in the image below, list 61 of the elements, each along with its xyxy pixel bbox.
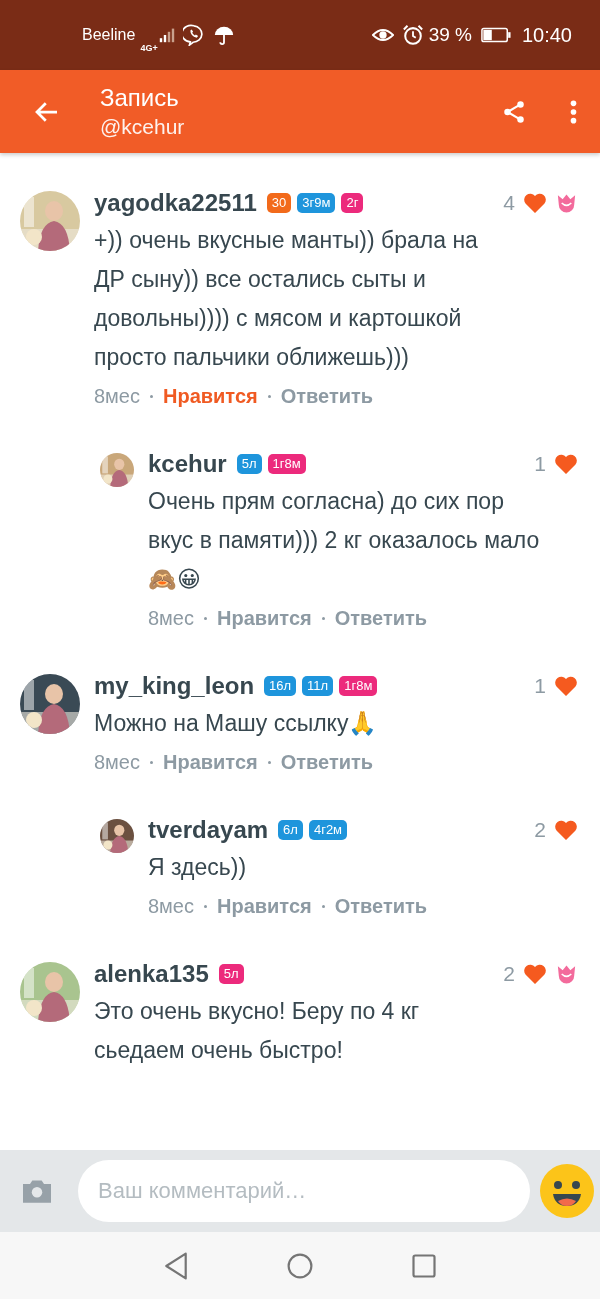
comment-age: 8мес	[94, 751, 140, 774]
like-link[interactable]: Нравится	[217, 895, 312, 918]
reply-link[interactable]: Ответить	[280, 751, 374, 774]
smiley-icon[interactable]	[540, 1164, 594, 1218]
like-count: 2	[503, 962, 515, 986]
comment-age: 8мес	[148, 895, 194, 918]
username[interactable]: kcehur	[148, 450, 227, 478]
like-count: 4	[503, 191, 515, 215]
back-icon[interactable]	[162, 1250, 190, 1281]
user-badge: 5л	[218, 964, 244, 984]
user-badge: 30	[266, 193, 292, 213]
comment-text: Очень прям согласна) до сих пор вкус в памяти))) 2 кг оказалось мало 🙈😀	[148, 487, 541, 594]
network-type: 4G+	[140, 43, 158, 53]
user-badge: 2г	[341, 193, 364, 213]
screen-subtitle: @kcehur	[100, 113, 186, 140]
username[interactable]: my_king_leon	[94, 672, 255, 700]
user-badge: 11л	[302, 676, 334, 696]
user-badge: 5л	[236, 454, 262, 474]
chat-phone-icon	[182, 24, 205, 46]
user-badge: 1г8м	[339, 676, 378, 696]
battery-icon	[480, 27, 511, 43]
username[interactable]: tverdayam	[148, 816, 269, 844]
screen-title: Запись	[100, 82, 180, 113]
user-badge: 6л	[278, 820, 303, 840]
battery-percent: 39 %	[428, 24, 472, 46]
like-count: 1	[534, 452, 546, 476]
comment-field[interactable]: Ваш комментарий…	[78, 1160, 530, 1222]
user-badge: 4г2м	[308, 820, 348, 840]
clock-time: 10:40	[521, 23, 572, 47]
comment-age: 8мес	[148, 607, 194, 630]
reply-link[interactable]: Ответить	[334, 895, 428, 918]
comment-age: 8мес	[94, 385, 140, 408]
comment-text: Можно на Машу ссылку🙏	[94, 709, 379, 738]
alarm-icon	[401, 24, 424, 46]
more-options-icon[interactable]	[569, 98, 578, 125]
like-count: 1	[534, 674, 546, 698]
tulip-icon[interactable]	[555, 963, 578, 985]
share-icon[interactable]	[501, 98, 527, 125]
umbrella-icon	[212, 24, 235, 46]
like-link[interactable]: Нравится	[163, 385, 258, 408]
reply-link[interactable]: Ответить	[334, 607, 428, 630]
heart-icon[interactable]	[554, 453, 578, 475]
username[interactable]: alenka135	[94, 960, 209, 988]
comment-text: +)) очень вкусные манты)) брала на ДР сыну)) все остались сыты и довольны)))) с мясом и картошкой просто пальчики оближешь)))	[94, 226, 479, 372]
reply-link[interactable]: Ответить	[280, 385, 374, 408]
like-count: 2	[534, 818, 546, 842]
heart-icon[interactable]	[523, 192, 547, 214]
user-badge: 1г8м	[267, 454, 306, 474]
carrier-name: Beeline	[82, 26, 136, 44]
heart-icon[interactable]	[554, 675, 578, 697]
user-badge: 3г9м	[297, 193, 336, 213]
like-link[interactable]: Нравится	[217, 607, 312, 630]
heart-icon[interactable]	[523, 963, 547, 985]
like-link[interactable]: Нравится	[163, 751, 258, 774]
signal-icon	[158, 27, 175, 43]
username[interactable]: yagodka22511	[94, 189, 257, 217]
heart-icon[interactable]	[554, 819, 578, 841]
tulip-icon[interactable]	[555, 192, 578, 214]
comment-text: Это очень вкусно! Беру по 4 кг сьедаем очень быстро!	[94, 997, 421, 1065]
user-badge: 16л	[264, 676, 297, 696]
comment-text: Я здесь))	[148, 853, 248, 882]
